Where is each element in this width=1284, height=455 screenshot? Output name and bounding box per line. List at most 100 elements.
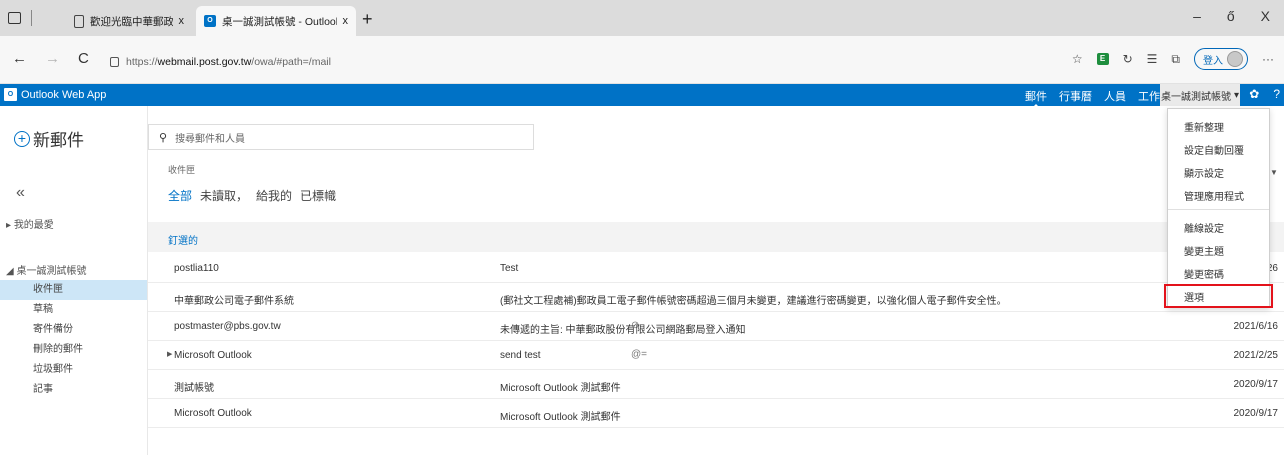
chevron-down-icon: ▾ (1233, 89, 1240, 101)
tab-close-icon[interactable]: x (343, 15, 349, 27)
tab-divider (31, 10, 32, 26)
new-tab-button[interactable]: + (362, 9, 373, 30)
plus-circle-icon: + (14, 130, 30, 147)
message-row[interactable]: postmaster@pbs.gov.tw ⊘ 未傳遞的主旨: 中華郵政股份有限… (148, 312, 1284, 341)
more-icon[interactable]: ··· (1262, 52, 1274, 66)
app-mail[interactable]: 郵件 (1025, 88, 1047, 109)
lock-icon[interactable] (110, 57, 119, 67)
message-list: postlia110 Test 26 中華郵政公司電子郵件系統 (郵社文工程處補… (148, 254, 1284, 428)
header-icons: ✿ ? (1249, 87, 1280, 101)
brand-name: Outlook Web App (21, 88, 107, 101)
outlook-favicon-icon: O (204, 15, 216, 27)
message-row[interactable]: Microsoft Outlook Microsoft Outlook 測試郵件… (148, 399, 1284, 428)
mention-icon: @= (631, 349, 647, 360)
menu-item-offline-settings[interactable]: 離線設定 (1184, 220, 1224, 235)
favorites-label: 我的最愛 (13, 220, 54, 231)
favorites-header[interactable]: ▸ 我的最愛 (6, 216, 54, 231)
favorites-list-icon[interactable]: ☰ (1147, 52, 1158, 66)
browser-tab-intranet[interactable]: 歡迎光臨中華郵政內部資訊網 x (66, 6, 192, 36)
filter-to-me[interactable]: 給我的 (256, 187, 292, 204)
menu-item-auto-reply[interactable]: 設定自動回覆 (1184, 142, 1244, 157)
message-subject: 未傳遞的主旨: 中華郵政股份有限公司網路郵局登入通知 (500, 325, 746, 336)
search-icon: ⚲ (159, 131, 168, 144)
folder-deleted[interactable]: 刪除的郵件 (0, 340, 147, 360)
settings-menu: 重新整理 設定自動回覆 顯示設定 管理應用程式 離線設定 變更主題 變更密碼 選… (1164, 108, 1273, 308)
account-name: 桌一誠測試帳號 (1160, 91, 1231, 103)
account-folders-label: 桌一誠測試帳號 (16, 266, 87, 277)
tab-title: 桌一誠測試帳號 - Outlook Web (222, 15, 337, 28)
message-sender: postlia110 (174, 263, 219, 274)
message-subject: Microsoft Outlook 測試郵件 (500, 383, 621, 394)
close-window-button[interactable]: X (1261, 8, 1270, 24)
folder-sent[interactable]: 寄件備份 (0, 320, 147, 340)
filter-all[interactable]: 全部 (168, 187, 192, 204)
tab-close-icon[interactable]: x (179, 15, 185, 27)
folder-drafts[interactable]: 草稿 (0, 300, 147, 320)
forward-button[interactable]: → (45, 50, 60, 67)
highlight-box (1164, 284, 1273, 308)
message-subject: Test (500, 263, 519, 274)
message-date: 2021/6/16 (1233, 321, 1279, 332)
account-button[interactable]: 桌一誠測試帳號 ▾ (1160, 84, 1240, 106)
app-calendar[interactable]: 行事曆 (1059, 88, 1092, 104)
search-input[interactable]: ⚲ 搜尋郵件和人員 (148, 124, 534, 150)
filter-flagged[interactable]: 已標幟 (300, 187, 336, 204)
message-sender: Microsoft Outlook (174, 408, 252, 419)
menu-item-manage-apps[interactable]: 管理應用程式 (1184, 188, 1244, 203)
brand[interactable]: O Outlook Web App (4, 88, 106, 101)
app-switcher: 郵件 行事曆 人員 工作 (1025, 88, 1160, 109)
sign-in-button[interactable]: 登入 (1194, 48, 1248, 70)
message-row[interactable]: 中華郵政公司電子郵件系統 (郵社文工程處補)郵政員工電子郵件帳號密碼超過三個月未… (148, 283, 1284, 312)
browser-tab-outlook[interactable]: O 桌一誠測試帳號 - Outlook Web x (196, 6, 356, 36)
message-date: 2021/2/25 (1233, 350, 1279, 361)
menu-item-display-settings[interactable]: 顯示設定 (1184, 165, 1224, 180)
message-subject: Microsoft Outlook 測試郵件 (500, 412, 621, 423)
menu-divider (1168, 209, 1269, 210)
url-scheme: https:// (126, 56, 158, 68)
avatar-icon (1227, 51, 1243, 67)
expand-conversation-icon[interactable]: ▶ (167, 350, 172, 358)
outlook-logo-icon: O (4, 88, 17, 101)
refresh-button[interactable]: C (78, 50, 89, 67)
account-folders-header[interactable]: ◢ 桌一誠測試帳號 (6, 262, 86, 277)
menu-item-refresh[interactable]: 重新整理 (1184, 119, 1224, 134)
message-row[interactable]: postlia110 Test 26 (148, 254, 1284, 283)
folder-junk[interactable]: 垃圾郵件 (0, 360, 147, 380)
filter-bar: 全部 未讀取， 給我的 已標幟 (168, 187, 336, 204)
message-sender: postmaster@pbs.gov.tw (174, 321, 281, 332)
pinned-section-header: 釘選的 (148, 222, 1284, 252)
browser-tab-strip: 歡迎光臨中華郵政內部資訊網 x O 桌一誠測試帳號 - Outlook Web … (0, 0, 1284, 36)
filter-unread[interactable]: 未讀取， (200, 187, 248, 204)
new-mail-button[interactable]: + 新郵件 (14, 126, 84, 151)
message-row[interactable]: 測試帳號 Microsoft Outlook 測試郵件 2020/9/17 (148, 370, 1284, 399)
pinned-label: 釘選的 (168, 236, 198, 247)
message-date: 2020/9/17 (1233, 379, 1279, 390)
help-icon[interactable]: ? (1273, 87, 1280, 101)
tab-actions (8, 10, 32, 26)
collapse-pane-button[interactable]: « (16, 184, 25, 202)
menu-item-change-password[interactable]: 變更密碼 (1184, 266, 1224, 281)
folder-notes[interactable]: 記事 (0, 380, 147, 400)
owa-header: O Outlook Web App 郵件 行事曆 人員 工作 桌一誠測試帳號 ▾… (0, 84, 1284, 109)
minimize-button[interactable]: – (1193, 8, 1201, 24)
favorite-star-icon[interactable]: ☆ (1072, 52, 1083, 66)
refresh-extension-icon[interactable]: ↻ (1123, 52, 1133, 66)
folder-pane: + 新郵件 « ▸ 我的最愛 ◢ 桌一誠測試帳號 收件匣 草稿 寄件備份 刪除的… (0, 106, 148, 455)
tab-title: 歡迎光臨中華郵政內部資訊網 (90, 15, 173, 28)
menu-item-change-theme[interactable]: 變更主題 (1184, 243, 1224, 258)
folder-list: 收件匣 草稿 寄件備份 刪除的郵件 垃圾郵件 記事 (0, 280, 147, 400)
app-people[interactable]: 人員 (1104, 88, 1126, 104)
tab-actions-icon[interactable] (8, 12, 21, 24)
gear-icon[interactable]: ✿ (1249, 87, 1259, 101)
collections-icon[interactable]: ⧉ (1171, 52, 1180, 67)
message-date: 2020/9/17 (1233, 408, 1279, 419)
extension-icon[interactable]: E (1096, 53, 1109, 65)
chevron-down-icon[interactable]: ▼ (1270, 168, 1278, 177)
folder-inbox[interactable]: 收件匣 (0, 280, 147, 300)
back-button[interactable]: ← (12, 50, 27, 67)
app-tasks[interactable]: 工作 (1138, 88, 1160, 104)
maximize-button[interactable]: ő (1227, 8, 1235, 24)
search-placeholder: 搜尋郵件和人員 (175, 133, 246, 145)
message-sender: 中華郵政公司電子郵件系統 (174, 296, 294, 307)
message-row[interactable]: ▶ Microsoft Outlook @= send test 2021/2/… (148, 341, 1284, 370)
